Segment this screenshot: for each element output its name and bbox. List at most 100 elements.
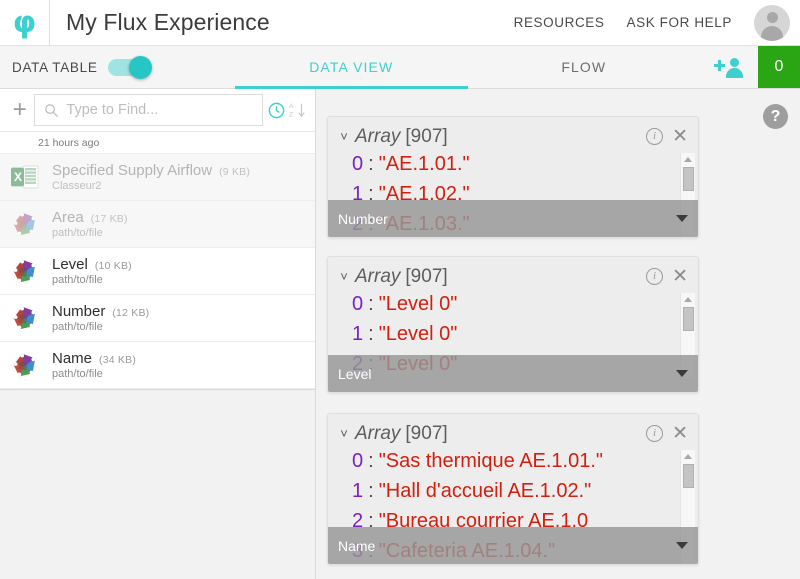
scroll-up-icon[interactable]: [684, 454, 692, 459]
array-colon: :: [368, 450, 374, 472]
data-rhombus-icon: [10, 257, 52, 285]
info-icon[interactable]: i: [646, 268, 664, 285]
array-value: "Level 0": [378, 323, 458, 345]
array-card[interactable]: ˅ Array [907] i ✕ 0 : "AE.1.01." 1 : "AE…: [327, 116, 699, 238]
add-user-icon: [713, 56, 744, 78]
array-count-label: [907]: [405, 422, 448, 444]
list-item[interactable]: Level (10 KB) path/to/file: [0, 248, 315, 295]
array-card-actions: i ✕: [646, 127, 690, 146]
file-list: X Specified Supply Airflow (9 KB) Classe…: [0, 154, 315, 390]
file-size: (12 KB): [112, 307, 150, 319]
chevron-down-icon[interactable]: [676, 370, 688, 377]
array-card-footer[interactable]: Level: [328, 355, 698, 392]
list-item[interactable]: Area (17 KB) path/to/file: [0, 201, 315, 248]
file-size: (9 KB): [219, 166, 251, 178]
file-path: path/to/file: [52, 321, 103, 333]
scroll-thumb[interactable]: [683, 464, 694, 488]
array-count-label: [907]: [405, 125, 448, 147]
file-size: (17 KB): [90, 213, 128, 225]
list-item-meta: Specified Supply Airflow (9 KB) Classeur…: [52, 162, 250, 192]
file-path: path/to/file: [52, 227, 103, 239]
chevron-down-icon[interactable]: ˅: [336, 426, 352, 441]
chevron-down-icon[interactable]: ˅: [336, 269, 352, 284]
list-item-meta: Number (12 KB) path/to/file: [52, 303, 149, 333]
array-colon: :: [368, 153, 374, 175]
array-value: "Hall d'accueil AE.1.02.": [378, 480, 592, 502]
nav-link-ask-for-help[interactable]: ASK FOR HELP: [627, 15, 732, 30]
array-card-footer[interactable]: Name: [328, 527, 698, 564]
array-value: "Level 0": [378, 293, 458, 315]
scroll-up-icon[interactable]: [684, 297, 692, 302]
list-item-meta: Area (17 KB) path/to/file: [52, 209, 128, 239]
file-name: Specified Supply Airflow: [52, 162, 213, 179]
array-card-header: ˅ Array [907] i ✕: [328, 257, 698, 289]
nav-link-resources[interactable]: RESOURCES: [514, 15, 605, 30]
search-icon: [45, 103, 59, 117]
page-title: My Flux Experience: [66, 9, 270, 35]
array-footer-label: Number: [338, 210, 388, 227]
chevron-down-icon[interactable]: [676, 215, 688, 222]
array-value: "AE.1.01.": [378, 153, 470, 175]
array-type-label: Array: [355, 265, 401, 287]
list-item[interactable]: Number (12 KB) path/to/file: [0, 295, 315, 342]
array-row: 0 : "AE.1.01.": [352, 149, 698, 179]
collaborator-count-badge[interactable]: 0: [758, 46, 800, 88]
close-icon[interactable]: ✕: [672, 424, 688, 443]
history-clock-icon[interactable]: [266, 97, 286, 123]
search-box[interactable]: [34, 94, 264, 126]
array-type-label: Array: [355, 422, 401, 444]
tab-bar: DATA TABLE DATA VIEW FLOW 0: [0, 46, 800, 89]
scroll-thumb[interactable]: [683, 167, 694, 191]
tab-data-view[interactable]: DATA VIEW: [235, 46, 468, 89]
tab-list: DATA VIEW FLOW: [235, 46, 701, 89]
array-row: 1 : "Hall d'accueil AE.1.02.": [352, 476, 698, 506]
close-icon[interactable]: ✕: [672, 127, 688, 146]
array-card-footer[interactable]: Number: [328, 200, 698, 237]
info-icon[interactable]: i: [646, 425, 664, 442]
add-item-button[interactable]: +: [8, 95, 31, 125]
sort-alpha-icon[interactable]: A Z: [287, 97, 307, 123]
array-card[interactable]: ˅ Array [907] i ✕ 0 : "Sas thermique AE.…: [327, 413, 699, 565]
time-group-label: 21 hours ago: [38, 136, 100, 149]
file-size: (10 KB): [94, 260, 132, 272]
array-colon: :: [368, 293, 374, 315]
scroll-thumb[interactable]: [683, 307, 694, 331]
list-item[interactable]: X Specified Supply Airflow (9 KB) Classe…: [0, 154, 315, 201]
file-name: Level: [52, 256, 88, 273]
tab-flow[interactable]: FLOW: [468, 46, 701, 88]
add-user-button[interactable]: [700, 46, 758, 88]
search-input[interactable]: [66, 102, 254, 118]
file-name: Area: [52, 209, 84, 226]
excel-file-icon: X: [10, 162, 52, 192]
user-avatar-icon[interactable]: [754, 4, 790, 41]
array-card-header: ˅ Array [907] i ✕: [328, 414, 698, 446]
data-table-toggle[interactable]: DATA TABLE: [0, 46, 235, 88]
array-colon: :: [368, 480, 374, 502]
sidebar-search-row: + A Z: [0, 89, 315, 132]
scroll-up-icon[interactable]: [684, 157, 692, 162]
array-index: 1: [352, 480, 364, 502]
file-path: path/to/file: [52, 274, 103, 286]
list-item[interactable]: Name (34 KB) path/to/file: [0, 342, 315, 389]
app-root: φ My Flux Experience RESOURCES ASK FOR H…: [0, 0, 800, 579]
app-logo[interactable]: φ: [0, 0, 50, 46]
chevron-down-icon[interactable]: ˅: [336, 129, 352, 144]
svg-text:X: X: [14, 170, 22, 184]
help-icon[interactable]: ?: [763, 104, 788, 129]
file-name: Name: [52, 350, 93, 367]
info-icon[interactable]: i: [646, 128, 664, 145]
data-rhombus-icon: [10, 351, 52, 379]
file-path: Classeur2: [52, 180, 102, 192]
array-card[interactable]: ˅ Array [907] i ✕ 0 : "Level 0" 1 : "Lev…: [327, 256, 699, 393]
array-card-actions: i ✕: [646, 267, 690, 286]
array-index: 0: [352, 450, 364, 472]
chevron-down-icon[interactable]: [676, 542, 688, 549]
list-item-meta: Name (34 KB) path/to/file: [52, 350, 136, 380]
file-name: Number: [52, 303, 106, 320]
data-rhombus-icon: [10, 304, 52, 332]
toggle-switch[interactable]: [107, 55, 152, 79]
list-item-meta: Level (10 KB) path/to/file: [52, 256, 132, 286]
flux-logo-icon: φ: [12, 4, 37, 40]
close-icon[interactable]: ✕: [672, 267, 688, 286]
svg-text:A: A: [289, 103, 294, 110]
